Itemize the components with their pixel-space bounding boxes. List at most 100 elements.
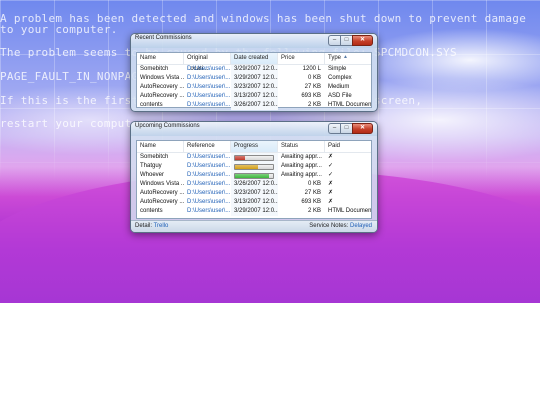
cell-reference: D:\Users\user\... [187,181,231,187]
cell-location: D:\Users\user\... [187,93,231,99]
cell-price: 1200 L [302,66,321,72]
progress-fill [235,173,270,178]
cell-reference: D:\Users\user\... [187,172,231,178]
cell-name: AutoRecovery ... [140,84,184,90]
cell-location: D:\Users\user\... [187,75,231,81]
progress-bar [234,163,274,170]
recent-list-view[interactable]: Name Original Locati... Date created Pri… [136,52,372,110]
cell-paid: ✗ [328,199,334,205]
column-headers: Name Reference Progress Status Paid [137,141,371,153]
cell-type: HTML Document [328,102,371,108]
service-notes-label: Service Notes: [309,223,349,229]
column-header-name[interactable]: Name [137,141,184,152]
cell-status: Awaiting appr... [281,172,322,178]
table-row[interactable]: Whoever D:\Users\user\... Awaiting appr...… [137,171,371,180]
cell-name: AutoRecovery ... [140,199,184,205]
column-header-progress[interactable]: Progress [231,141,278,152]
cell-location: D:\Users\user\... [187,66,231,72]
table-row[interactable]: AutoRecovery ... D:\Users\user\... 3/23/20… [137,189,371,198]
cell-name: Windows Vista ... [140,181,184,187]
cell-status: 2 KB [307,208,321,214]
table-row[interactable]: Somebitch D:\Users\user\... Awaiting appr.… [137,153,371,162]
cell-date: 3/13/2007 12:0... [231,198,278,207]
table-row[interactable]: AutoRecovery ... D:\Users\user\... 3/13/20… [137,92,371,101]
window-titlebar[interactable]: Upcoming Commissions – □ ✕ [131,122,377,136]
cell-progress [231,153,278,162]
window-title: Upcoming Commissions [135,123,200,129]
cell-reference: D:\Users\user\... [187,163,231,169]
cell-paid: ✓ [328,172,334,178]
cell-date: 3/29/2007 12:0... [231,65,278,74]
table-row[interactable]: contents D:\Users\user\... 3/26/2007 12:0.… [137,101,371,110]
cell-date: 3/23/2007 12:0... [231,189,278,198]
upcoming-commissions-window[interactable]: Upcoming Commissions – □ ✕ Name Referenc… [130,121,378,233]
table-row[interactable]: contents D:\Users\user\... 3/29/2007 12:0.… [137,207,371,216]
cell-price: 693 KB [301,93,321,99]
upcoming-list-view[interactable]: Name Reference Progress Status Paid Some… [136,140,372,219]
maximize-button[interactable]: □ [340,123,352,134]
cell-date: 3/29/2007 12:0... [231,207,278,216]
cell-type: Simple [328,66,347,72]
cell-date: 3/13/2007 12:0... [231,92,278,101]
table-row[interactable]: AutoRecovery ... D:\Users\user\... 3/23/20… [137,83,371,92]
maximize-button[interactable]: □ [340,35,352,46]
cell-name: AutoRecovery ... [140,190,184,196]
table-row[interactable]: AutoRecovery ... D:\Users\user\... 3/13/20… [137,198,371,207]
cell-location: D:\Users\user\... [187,84,231,90]
service-notes-value[interactable]: Delayed [350,223,372,229]
cell-progress [231,171,278,180]
cell-name: Windows Vista ... [140,75,184,81]
window-title: Recent Commissions [135,35,192,41]
column-header-status[interactable]: Status [278,141,325,152]
recent-commissions-window[interactable]: Recent Commissions – □ ✕ Name Original L… [130,33,378,112]
column-header-location[interactable]: Original Locati... [184,53,231,72]
column-headers: Name Original Locati... Date created Pri… [137,53,371,72]
close-button[interactable]: ✕ [352,35,373,46]
cell-name: Somebitch [140,66,169,72]
sort-up-icon: ▲ [343,54,348,60]
window-statusbar: Detail: Trello Service Notes: Delayed [131,220,377,232]
cell-price: 0 KB [307,75,321,81]
cell-status: Awaiting appr... [281,154,322,160]
progress-bar [234,172,274,179]
cell-status: 693 KB [301,199,321,205]
cell-name: Thatguy [140,163,162,169]
cell-name: Somebitch [140,154,169,160]
error-text-line: to your computer. [0,23,118,36]
progress-fill [235,164,258,169]
cell-paid: HTML Document [328,208,371,214]
table-row[interactable]: Somebitch D:\Users\user\... 3/29/2007 12:0… [137,65,371,74]
cell-name: AutoRecovery ... [140,93,184,99]
close-button[interactable]: ✕ [352,123,373,134]
minimize-button[interactable]: – [328,35,340,46]
column-header-price[interactable]: Price [278,53,325,64]
cell-date: 3/29/2007 12:0... [231,74,278,83]
progress-fill [235,155,245,160]
minimize-button[interactable]: – [328,123,340,134]
cell-name: contents [140,208,163,214]
cell-date: 3/26/2007 12:0... [231,180,278,189]
detail-label: Detail: [135,223,153,229]
column-header-reference[interactable]: Reference [184,141,231,152]
cell-reference: D:\Users\user\... [187,199,231,205]
detail-value[interactable]: Trello [154,223,169,229]
table-row[interactable]: Windows Vista ... D:\Users\user\... 3/26/2… [137,180,371,189]
cell-location: D:\Users\user\... [187,102,231,108]
cell-name: Whoever [140,172,165,178]
cell-reference: D:\Users\user\... [187,154,231,160]
window-titlebar[interactable]: Recent Commissions – □ ✕ [131,34,377,48]
cell-status: 0 KB [307,181,321,187]
cell-date: 3/26/2007 12:0... [231,101,278,110]
column-header-type-label: Type [328,55,342,61]
table-row[interactable]: Windows Vista ... D:\Users\user\... 3/29/2… [137,74,371,83]
column-header-name[interactable]: Name [137,53,184,64]
cell-type: Complex [328,75,352,81]
cell-paid: ✗ [328,190,334,196]
column-header-date[interactable]: Date created [231,53,278,64]
cell-type: Medium [328,84,350,90]
cell-paid: ✗ [328,154,334,160]
column-header-paid[interactable]: Paid [325,141,371,152]
column-header-type[interactable]: Type ▲ [325,53,371,64]
cell-status: 27 KB [304,190,321,196]
table-row[interactable]: Thatguy D:\Users\user\... Awaiting appr...… [137,162,371,171]
